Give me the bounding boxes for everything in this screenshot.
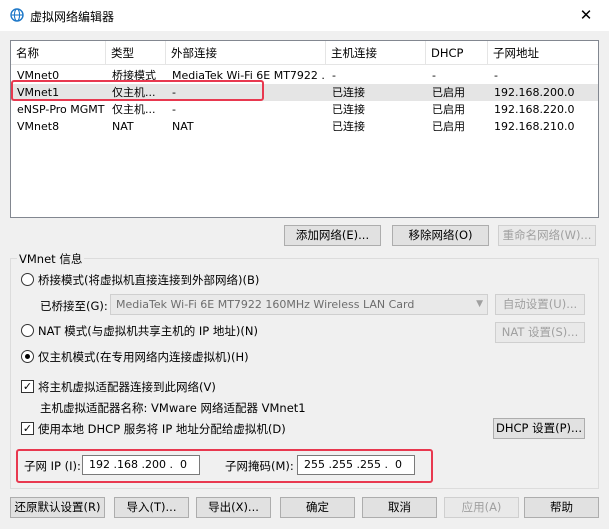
restore-defaults-button[interactable]: 还原默认设置(R) — [10, 497, 105, 518]
cell-external: - — [172, 103, 176, 116]
remove-network-button[interactable]: 移除网络(O) — [392, 225, 489, 246]
cell-name: eNSP-Pro MGMT — [17, 103, 105, 116]
rename-network-button[interactable]: 重命名网络(W)... — [498, 225, 596, 246]
vmnet-info-legend: VMnet 信息 — [17, 251, 85, 267]
connect-adapter-checkbox[interactable]: ✓ — [21, 380, 34, 393]
cell-dhcp: 已启用 — [432, 120, 465, 133]
table-row[interactable]: VMnet8 NAT NAT 已连接 已启用 192.168.210.0 — [11, 118, 598, 135]
cancel-button[interactable]: 取消 — [362, 497, 437, 518]
column-header-subnet[interactable]: 子网地址 — [488, 41, 598, 65]
cell-subnet: 192.168.210.0 — [494, 120, 575, 133]
ok-button[interactable]: 确定 — [280, 497, 355, 518]
connect-adapter-label[interactable]: 将主机虚拟适配器连接到此网络(V) — [38, 379, 216, 395]
network-globe-icon — [10, 8, 24, 22]
cell-host: - — [332, 69, 336, 82]
cell-subnet: 192.168.220.0 — [494, 103, 575, 116]
cell-host: 已连接 — [332, 86, 365, 99]
nat-mode-radio[interactable] — [21, 324, 34, 337]
network-table[interactable]: 名称 类型 外部连接 主机连接 DHCP 子网地址 VMnet0 桥接模式 Me… — [10, 40, 599, 218]
host-only-mode-label[interactable]: 仅主机模式(在专用网络内连接虚拟机)(H) — [38, 349, 249, 365]
add-network-button[interactable]: 添加网络(E)... — [284, 225, 381, 246]
cell-host: 已连接 — [332, 103, 365, 116]
apply-button[interactable]: 应用(A) — [444, 497, 519, 518]
column-header-name[interactable]: 名称 — [11, 41, 106, 65]
close-button[interactable]: ✕ — [563, 0, 609, 30]
highlight-box-subnet — [16, 449, 433, 483]
cell-type: 仅主机... — [112, 103, 156, 116]
auto-settings-button[interactable]: 自动设置(U)... — [495, 294, 585, 315]
chevron-down-icon: ▼ — [476, 299, 483, 309]
cell-dhcp: 已启用 — [432, 86, 465, 99]
bridged-to-value: MediaTek Wi-Fi 6E MT7922 160MHz Wireless… — [116, 298, 415, 311]
cell-external: NAT — [172, 120, 194, 133]
window-title: 虚拟网络编辑器 — [30, 10, 115, 24]
bridged-to-select[interactable]: MediaTek Wi-Fi 6E MT7922 160MHz Wireless… — [110, 294, 488, 315]
help-button[interactable]: 帮助 — [524, 497, 599, 518]
nat-mode-label[interactable]: NAT 模式(与虚拟机共享主机的 IP 地址)(N) — [38, 323, 258, 339]
bridge-mode-radio[interactable] — [21, 273, 34, 286]
cell-dhcp: - — [432, 69, 436, 82]
dhcp-label[interactable]: 使用本地 DHCP 服务将 IP 地址分配给虚拟机(D) — [38, 421, 286, 437]
column-header-external[interactable]: 外部连接 — [166, 41, 326, 65]
column-header-type[interactable]: 类型 — [106, 41, 166, 65]
export-button[interactable]: 导出(X)... — [196, 497, 271, 518]
cell-type: NAT — [112, 120, 134, 133]
host-only-mode-radio[interactable] — [21, 350, 34, 363]
title-bar: 虚拟网络编辑器 ✕ — [0, 0, 609, 31]
adapter-name-text: 主机虚拟适配器名称: VMware 网络适配器 VMnet1 — [40, 401, 306, 415]
table-header: 名称 类型 外部连接 主机连接 DHCP 子网地址 — [11, 41, 598, 65]
cell-host: 已连接 — [332, 120, 365, 133]
bridge-mode-label[interactable]: 桥接模式(将虚拟机直接连接到外部网络)(B) — [38, 272, 259, 288]
dhcp-checkbox[interactable]: ✓ — [21, 422, 34, 435]
cell-subnet: - — [494, 69, 498, 82]
table-row[interactable]: eNSP-Pro MGMT 仅主机... - 已连接 已启用 192.168.2… — [11, 101, 598, 118]
bridged-to-label: 已桥接至(G): — [40, 299, 108, 313]
import-button[interactable]: 导入(T)... — [114, 497, 189, 518]
cell-dhcp: 已启用 — [432, 103, 465, 116]
cell-subnet: 192.168.200.0 — [494, 86, 575, 99]
cell-name: VMnet8 — [17, 120, 60, 133]
highlight-box-selected-row — [11, 80, 264, 101]
column-header-dhcp[interactable]: DHCP — [426, 41, 488, 65]
radio-selected-dot — [25, 354, 30, 359]
dhcp-settings-button[interactable]: DHCP 设置(P)... — [493, 418, 585, 439]
nat-settings-button[interactable]: NAT 设置(S)... — [495, 322, 585, 343]
column-header-host[interactable]: 主机连接 — [326, 41, 426, 65]
